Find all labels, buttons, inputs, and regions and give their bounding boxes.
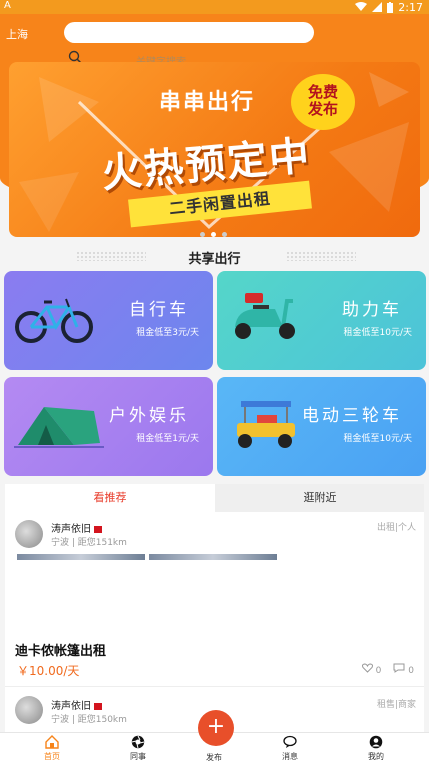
comment-icon xyxy=(393,663,405,673)
avatar[interactable] xyxy=(15,696,43,724)
user-location: 宁波 | 距您151km xyxy=(51,538,127,548)
comment-count: 0 xyxy=(408,666,414,676)
free-publish-badge: 免费 发布 xyxy=(291,74,355,130)
tent-icon xyxy=(14,407,104,448)
divider xyxy=(5,686,424,687)
post-image[interactable] xyxy=(149,554,277,560)
section-decoration xyxy=(286,251,356,261)
category-title: 电动三轮车 xyxy=(302,406,402,426)
post-title[interactable]: 迪卡侬帐篷出租 xyxy=(15,640,106,659)
chat-icon xyxy=(283,735,297,748)
post-stats: 0 0 xyxy=(361,663,414,676)
aperture-icon xyxy=(131,735,145,749)
tab-recommended[interactable]: 看推荐 xyxy=(5,484,215,512)
category-title: 自行车 xyxy=(129,300,189,320)
notification-icon: A xyxy=(4,0,11,11)
user-location: 宁波 | 距您150km xyxy=(51,715,127,725)
nav-colleagues[interactable]: 同事 xyxy=(108,735,168,762)
category-tricycle[interactable]: 电动三轮车 租金低至10元/天 xyxy=(217,377,426,476)
carousel-dots[interactable] xyxy=(200,232,227,237)
flag-icon xyxy=(94,702,102,710)
promo-banner[interactable]: 串串出行 免费 发布 火热预定中 二手闲置出租 xyxy=(9,62,420,237)
battery-icon xyxy=(387,1,394,13)
carousel-dot[interactable] xyxy=(211,232,216,237)
nav-home[interactable]: 首页 xyxy=(22,735,82,762)
nav-messages[interactable]: 消息 xyxy=(260,735,320,762)
avatar[interactable] xyxy=(15,520,43,548)
clock: 2:17 xyxy=(398,0,423,14)
category-outdoor[interactable]: 户外娱乐 租金低至1元/天 xyxy=(4,377,213,476)
nav-publish-label[interactable]: 发布 xyxy=(184,752,244,763)
wifi-icon xyxy=(355,2,368,11)
signal-icon xyxy=(372,2,383,12)
list-item[interactable]: 涛声依旧 宁波 | 距您151km 出租|个人 迪卡侬帐篷出租 ￥10.00/天… xyxy=(5,512,424,687)
category-scooter[interactable]: 助力车 租金低至10元/天 xyxy=(217,271,426,370)
username[interactable]: 涛声依旧 xyxy=(51,697,102,712)
post-image[interactable] xyxy=(17,554,145,560)
post-tag: 租售|商家 xyxy=(376,700,416,710)
carousel-dot[interactable] xyxy=(200,232,205,237)
carousel-dot[interactable] xyxy=(222,232,227,237)
category-bicycle[interactable]: 自行车 租金低至3元/天 xyxy=(4,271,213,370)
scooter-icon xyxy=(235,293,295,339)
comment-button[interactable]: 0 xyxy=(393,663,414,676)
nav-profile[interactable]: 我的 xyxy=(346,735,406,762)
publish-button[interactable]: + xyxy=(198,710,234,746)
category-subtitle: 租金低至3元/天 xyxy=(136,328,199,338)
post-price: ￥10.00/天 xyxy=(17,664,80,678)
tab-nearby[interactable]: 逛附近 xyxy=(215,484,425,512)
status-bar: A 2:17 xyxy=(0,0,429,14)
category-subtitle: 租金低至1元/天 xyxy=(136,434,199,444)
post-tag: 出租|个人 xyxy=(376,523,416,533)
post-feed[interactable]: 涛声依旧 宁波 | 距您151km 出租|个人 迪卡侬帐篷出租 ￥10.00/天… xyxy=(5,512,424,732)
search-input[interactable] xyxy=(64,22,314,43)
category-title: 助力车 xyxy=(342,300,402,320)
heart-icon xyxy=(361,663,373,673)
like-count: 0 xyxy=(375,666,382,676)
bicycle-icon xyxy=(15,298,93,343)
category-subtitle: 租金低至10元/天 xyxy=(343,328,413,338)
username[interactable]: 涛声依旧 xyxy=(51,520,102,535)
like-button[interactable]: 0 xyxy=(361,663,382,676)
flag-icon xyxy=(94,525,102,533)
tricycle-icon xyxy=(237,401,295,448)
category-subtitle: 租金低至10元/天 xyxy=(343,434,413,444)
feed-tabs: 看推荐 逛附近 xyxy=(5,484,424,512)
post-images[interactable] xyxy=(17,554,277,560)
user-icon xyxy=(369,735,383,749)
banner-brand: 串串出行 xyxy=(159,90,256,115)
plus-icon: + xyxy=(206,714,226,739)
section-title: 共享出行 xyxy=(188,252,241,267)
home-icon xyxy=(45,735,59,749)
category-title: 户外娱乐 xyxy=(109,406,189,426)
city-selector[interactable]: 上海 xyxy=(6,26,28,42)
